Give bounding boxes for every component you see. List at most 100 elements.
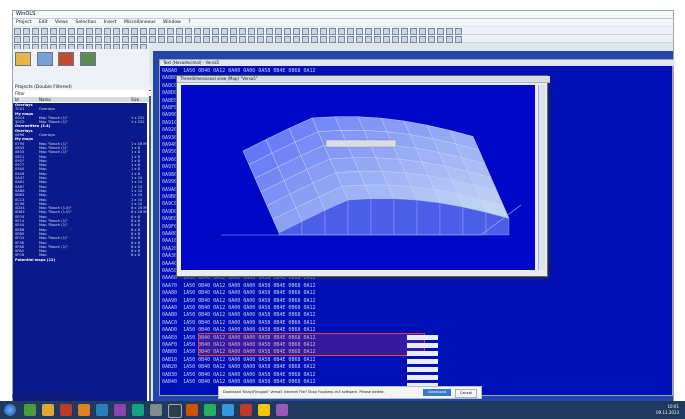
toolbar-button[interactable] <box>221 28 228 35</box>
app-icon[interactable] <box>132 404 144 416</box>
toolbar-button[interactable] <box>275 28 282 35</box>
toolbar-button[interactable] <box>257 28 264 35</box>
column-id[interactable]: Id <box>15 97 19 102</box>
toolbar-button[interactable] <box>41 36 48 43</box>
scrollbar[interactable] <box>538 85 545 270</box>
toolbar-button[interactable] <box>212 28 219 35</box>
toolbar-button[interactable] <box>203 36 210 43</box>
toolbar-button[interactable] <box>59 28 66 35</box>
toolbar-button[interactable] <box>14 36 21 43</box>
toolbar-button[interactable] <box>158 36 165 43</box>
toolbar-button[interactable] <box>140 28 147 35</box>
app-icon[interactable] <box>240 404 252 416</box>
app-icon[interactable] <box>204 404 216 416</box>
app-icon[interactable] <box>96 404 108 416</box>
toolbar-button[interactable] <box>266 36 273 43</box>
toolbar-button[interactable] <box>203 28 210 35</box>
toolbar-button[interactable] <box>419 36 426 43</box>
app-icon[interactable] <box>168 404 182 418</box>
toolbar-button[interactable] <box>68 28 75 35</box>
toolbar-button[interactable] <box>437 36 444 43</box>
toolbar-button[interactable] <box>320 28 327 35</box>
toolbar-button[interactable] <box>32 28 39 35</box>
cd-icon[interactable] <box>58 52 75 66</box>
toolbar-button[interactable] <box>158 28 165 35</box>
start-icon[interactable] <box>4 404 16 416</box>
toolbar-button[interactable] <box>365 36 372 43</box>
toolbar-button[interactable] <box>140 36 147 43</box>
hardware-icon[interactable] <box>79 52 96 66</box>
toolbar-button[interactable] <box>455 28 462 35</box>
toolbar-button[interactable] <box>293 36 300 43</box>
toolbar-button[interactable] <box>122 36 129 43</box>
toolbar-button[interactable] <box>68 36 75 43</box>
toolbar-button[interactable] <box>428 28 435 35</box>
toolbar-button[interactable] <box>329 36 336 43</box>
toolbar-button[interactable] <box>176 36 183 43</box>
folder-icon[interactable] <box>15 52 31 66</box>
app-icon[interactable] <box>186 404 198 416</box>
toolbar-button[interactable] <box>122 28 129 35</box>
menu-item-project[interactable]: Project <box>16 20 31 25</box>
toolbar-button[interactable] <box>392 28 399 35</box>
toolbar-button[interactable] <box>356 36 363 43</box>
toolbar-button[interactable] <box>284 28 291 35</box>
toolbar-button[interactable] <box>77 28 84 35</box>
toolbar-button[interactable] <box>149 36 156 43</box>
toolbar-button[interactable] <box>329 28 336 35</box>
toolbar-button[interactable] <box>185 36 192 43</box>
toolbar-button[interactable] <box>383 28 390 35</box>
menu-item-misc[interactable]: Miscellaneous <box>124 20 156 25</box>
menu-item-edit[interactable]: Edit <box>39 20 48 25</box>
app-icon[interactable] <box>114 404 126 416</box>
toolbar-button[interactable] <box>428 36 435 43</box>
toolbar-button[interactable] <box>257 36 264 43</box>
toolbar-button[interactable] <box>338 28 345 35</box>
menu-item-help[interactable]: ? <box>188 20 190 25</box>
toolbar-button[interactable] <box>374 36 381 43</box>
toolbar-button[interactable] <box>212 36 219 43</box>
app-icon[interactable] <box>24 404 36 416</box>
toolbar-button[interactable] <box>320 36 327 43</box>
cancel-button[interactable]: Cancel <box>454 389 477 398</box>
media-icon[interactable] <box>60 404 72 416</box>
toolbar-button[interactable] <box>410 28 417 35</box>
toolbar-button[interactable] <box>41 28 48 35</box>
app-icon[interactable] <box>258 404 270 416</box>
toolbar-button[interactable] <box>446 36 453 43</box>
menu-item-insert[interactable]: Insert <box>104 20 117 25</box>
import-icon[interactable] <box>36 52 53 66</box>
toolbar-button[interactable] <box>347 36 354 43</box>
list-item[interactable]: Potential maps (12) <box>13 258 147 262</box>
toolbar-button[interactable] <box>275 36 282 43</box>
toolbar-button[interactable] <box>311 36 318 43</box>
hex-row[interactable]: 0AAB0 1A50 0B40 0A12 0A00 0A00 0A58 0B4E… <box>162 312 670 319</box>
toolbar-button[interactable] <box>230 36 237 43</box>
filter-field[interactable]: Filter <box>13 91 151 96</box>
toolbar-button[interactable] <box>194 36 201 43</box>
hex-row[interactable]: 0AA80 1A50 0B40 0A12 0A00 0A00 0A58 0B4E… <box>162 290 670 297</box>
toolbar-button[interactable] <box>104 28 111 35</box>
toolbar-button[interactable] <box>239 28 246 35</box>
toolbar-button[interactable] <box>113 28 120 35</box>
toolbar-button[interactable] <box>248 36 255 43</box>
menu-item-window[interactable]: Window <box>163 20 181 25</box>
toolbar-button[interactable] <box>95 28 102 35</box>
toolbar-button[interactable] <box>131 36 138 43</box>
toolbar-button[interactable] <box>86 36 93 43</box>
toolbar-button[interactable] <box>437 28 444 35</box>
clock[interactable]: 10:01 09.11.2013 <box>656 404 679 416</box>
toolbar-button[interactable] <box>347 28 354 35</box>
toolbar-button[interactable] <box>77 36 84 43</box>
hex-row[interactable]: 0AA70 1A50 0B40 0A12 0A00 0A00 0A58 0B4E… <box>162 283 670 290</box>
3d-view-window[interactable]: Threedimensional view (Map) "Versa5" <box>176 75 550 277</box>
toolbar-button[interactable] <box>221 36 228 43</box>
toolbar-button[interactable] <box>167 36 174 43</box>
toolbar-button[interactable] <box>194 28 201 35</box>
toolbar-button[interactable] <box>302 28 309 35</box>
hex-row[interactable]: 0AAC0 1A50 0B40 0A12 0A00 0A00 0A58 0B4E… <box>162 320 670 327</box>
toolbar-button[interactable] <box>392 36 399 43</box>
browser-icon[interactable] <box>78 404 90 416</box>
app-icon[interactable] <box>150 404 162 416</box>
toolbar-button[interactable] <box>176 28 183 35</box>
